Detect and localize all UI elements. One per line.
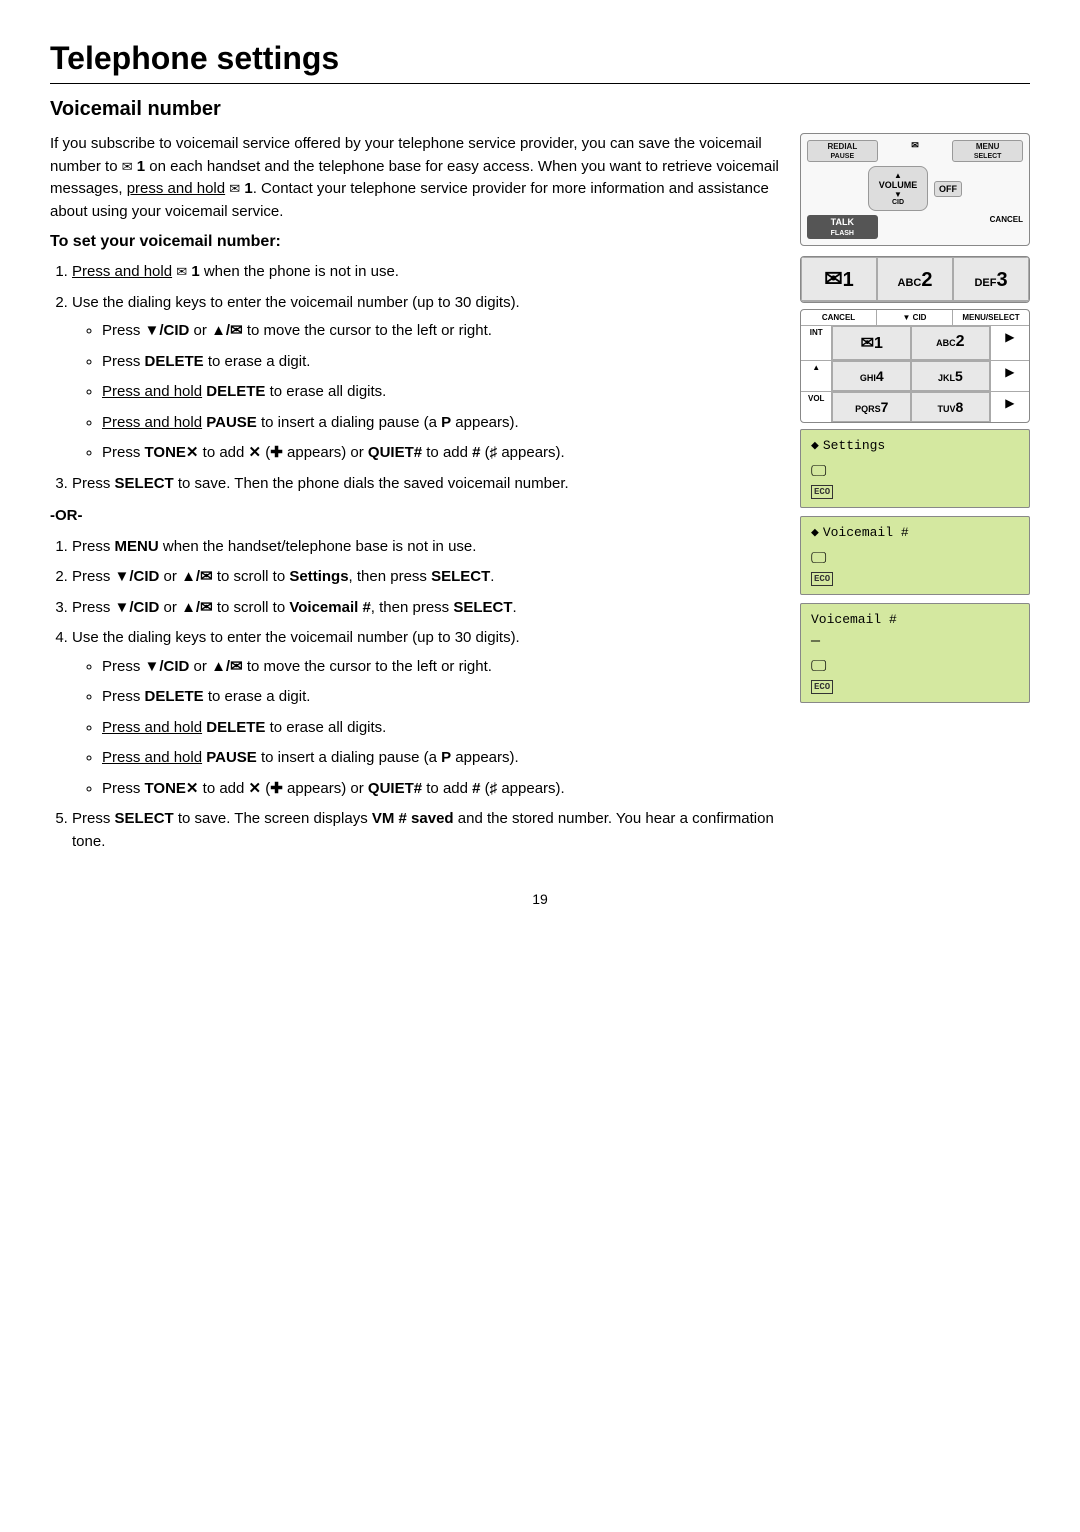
- bullet-2e: Press TONE✕ to add ✕ (✚ appears) or QUIE…: [102, 442, 780, 465]
- menu-btn: MENUSELECT: [952, 140, 1023, 162]
- eco-badge-2: ECO: [811, 572, 833, 586]
- phone-diagram: REDIALPAUSE ✉ MENUSELECT ▲ VOLUME ▼ CID …: [800, 133, 1030, 246]
- step-2-bullets: Press ▼/CID or ▲/✉ to move the cursor to…: [102, 320, 780, 465]
- or-instructions-list: Press MENU when the handset/telephone ba…: [72, 536, 780, 854]
- subsection-title: To set your voicemail number:: [50, 233, 780, 251]
- or-step-2: Press ▼/CID or ▲/✉ to scroll to Settings…: [72, 566, 780, 589]
- screen-settings-title: ◆Settings: [811, 438, 1019, 453]
- or-step-5: Press SELECT to save. The screen display…: [72, 808, 780, 853]
- screen-settings: ◆Settings 🖵 ECO: [800, 429, 1030, 508]
- edge-right-2: ▶: [990, 361, 1029, 391]
- step-3: Press SELECT to save. Then the phone dia…: [72, 473, 780, 496]
- edge-right-1: ▶: [990, 326, 1029, 360]
- up-btn: ▲: [801, 361, 832, 391]
- key-2: ABC2: [877, 257, 953, 301]
- or-bullet-4c: Press and hold DELETE to erase all digit…: [102, 717, 780, 740]
- step-1: Press and hold ✉ 1 when the phone is not…: [72, 261, 780, 284]
- bullet-2c: Press and hold DELETE to erase all digit…: [102, 381, 780, 404]
- or-bullet-4e: Press TONE✕ to add ✕ (✚ appears) or QUIE…: [102, 778, 780, 801]
- redial-btn: REDIALPAUSE: [807, 140, 878, 162]
- eco-icon-3: 🖵: [811, 658, 1019, 676]
- key-3: DEF3: [953, 257, 1029, 301]
- bullet-2b: Press DELETE to erase a digit.: [102, 351, 780, 374]
- screen-voicemail-entry-title: Voicemail #: [811, 612, 1019, 627]
- settings-arrow-icon: ◆: [811, 438, 819, 453]
- talk-btn: TALKFLASH: [807, 215, 878, 239]
- eco-icon-1: 🖵: [811, 463, 1019, 481]
- or-step-3: Press ▼/CID or ▲/✉ to scroll to Voicemai…: [72, 597, 780, 620]
- screen-voicemail-entry: Voicemail # — 🖵 ECO: [800, 603, 1030, 703]
- eco-icon-2: 🖵: [811, 550, 1019, 568]
- main-content: If you subscribe to voicemail service of…: [50, 133, 800, 861]
- eco-badge-3: ECO: [811, 680, 833, 694]
- instructions-list: Press and hold ✉ 1 when the phone is not…: [72, 261, 780, 495]
- keypad-small: CANCEL ▼ CID MENU/SELECT INT ✉1 ABC2 ▶ ▲…: [800, 309, 1030, 423]
- or-label: -OR-: [50, 505, 780, 528]
- or-step-4-bullets: Press ▼/CID or ▲/✉ to move the cursor to…: [102, 656, 780, 801]
- or-step-4: Use the dialing keys to enter the voicem…: [72, 627, 780, 800]
- volume-btn: ▲ VOLUME ▼ CID: [868, 166, 928, 211]
- section-title: Voicemail number: [50, 98, 1030, 121]
- cid-small-btn: ▼ CID: [877, 310, 953, 325]
- intro-text: If you subscribe to voicemail service of…: [50, 133, 780, 223]
- key-5: JKL5: [911, 361, 990, 391]
- off-btn: OFF: [934, 181, 962, 197]
- key-2-small: ABC2: [911, 326, 990, 360]
- phone-center: ▲ VOLUME ▼ CID OFF: [807, 166, 1023, 211]
- screen-voicemail-title: ◆Voicemail #: [811, 525, 1019, 540]
- key-8: TUV8: [911, 392, 990, 422]
- or-bullet-4d: Press and hold PAUSE to insert a dialing…: [102, 747, 780, 770]
- or-bullet-4b: Press DELETE to erase a digit.: [102, 686, 780, 709]
- eco-badge-1: ECO: [811, 485, 833, 499]
- key-4: GHI4: [832, 361, 911, 391]
- cancel-btn: CANCEL: [952, 215, 1023, 239]
- page-number: 19: [50, 891, 1030, 907]
- bullet-2d: Press and hold PAUSE to insert a dialing…: [102, 412, 780, 435]
- key-mail-1-small: ✉1: [832, 326, 911, 360]
- voicemail-dash: —: [811, 633, 1019, 650]
- or-step-1: Press MENU when the handset/telephone ba…: [72, 536, 780, 559]
- screen-voicemail: ◆Voicemail # 🖵 ECO: [800, 516, 1030, 595]
- vol-btn: VOL: [801, 392, 832, 422]
- edge-right-3: ▶: [990, 392, 1029, 422]
- keypad-large: ✉1 ABC2 DEF3: [800, 256, 1030, 303]
- voicemail-arrow-icon: ◆: [811, 525, 819, 540]
- step-2: Use the dialing keys to enter the voicem…: [72, 292, 780, 465]
- int-btn: INT: [801, 326, 832, 360]
- page-title: Telephone settings: [50, 40, 1030, 84]
- phone-top-buttons: REDIALPAUSE ✉ MENUSELECT: [807, 140, 1023, 162]
- key-7: PQRS7: [832, 392, 911, 422]
- side-panel: REDIALPAUSE ✉ MENUSELECT ▲ VOLUME ▼ CID …: [800, 133, 1030, 861]
- key-mail-1: ✉1: [801, 257, 877, 301]
- bullet-2a: Press ▼/CID or ▲/✉ to move the cursor to…: [102, 320, 780, 343]
- menu-select-btn: MENU/SELECT: [953, 310, 1029, 325]
- cancel-small-btn: CANCEL: [801, 310, 877, 325]
- phone-bottom-row: TALKFLASH CANCEL: [807, 215, 1023, 239]
- or-bullet-4a: Press ▼/CID or ▲/✉ to move the cursor to…: [102, 656, 780, 679]
